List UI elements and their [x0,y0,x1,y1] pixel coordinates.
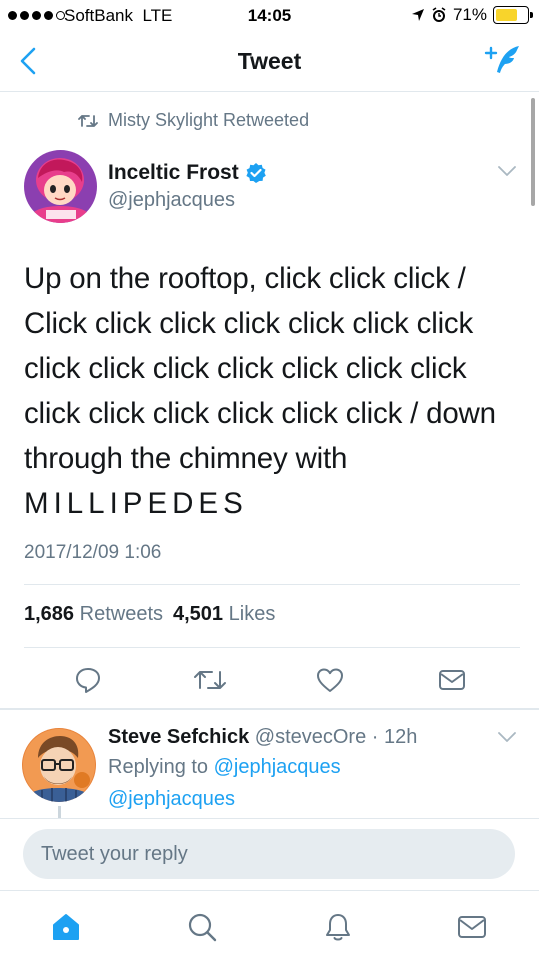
replying-to-line: Replying to @jephjacques [108,756,341,779]
tweet-text-spaced: MILLIPEDES [24,487,248,520]
author-name-text: Inceltic Frost [108,161,239,184]
likes-stat[interactable]: 4,501 Likes [173,603,275,626]
replying-to-label: Replying to [108,756,214,778]
notifications-icon[interactable] [318,907,358,947]
divider [24,647,520,648]
reply-separator: · [366,726,384,748]
retweeted-by-label: Misty Skylight Retweeted [108,110,310,130]
nav-bar: Tweet [0,34,539,92]
likes-label: Likes [228,603,276,625]
reply-text[interactable]: @jephjacques [108,788,235,811]
tweet-text-main: Up on the rooftop, click click click / C… [24,262,496,475]
retweet-icon [78,114,98,127]
status-right: 71% [411,5,533,25]
messages-icon[interactable] [452,907,492,947]
reply-author-name: Steve Sefchick [108,726,250,748]
compose-tweet-icon[interactable] [483,42,523,85]
author-handle[interactable]: @jephjacques [108,189,235,212]
tweet-actions [0,660,539,700]
reply-header[interactable]: Steve Sefchick @stevecOre · 12h [108,726,417,749]
search-icon[interactable] [182,907,222,947]
chevron-down-icon[interactable] [497,730,517,748]
retweets-stat[interactable]: 1,686 Retweets [24,603,163,626]
battery-icon [493,6,533,24]
battery-level [496,9,518,21]
retweet-count: 1,686 [24,603,75,625]
tweet-reply-input[interactable] [23,829,515,879]
retweet-context[interactable]: Misty Skylight Retweeted [78,110,309,131]
chevron-down-icon[interactable] [497,164,517,182]
share-dm-icon[interactable] [432,660,472,700]
tab-bar [0,890,539,960]
like-count: 4,501 [173,603,224,625]
like-heart-icon[interactable] [310,660,350,700]
alarm-icon [432,7,446,22]
section-divider [0,708,539,710]
home-icon[interactable] [46,907,86,947]
location-arrow-icon [411,9,424,21]
tweet-timestamp: 2017/12/09 1:06 [24,542,162,563]
reply-age: 12h [384,726,418,748]
verified-badge-icon [246,163,266,183]
retweet-button-icon[interactable] [190,660,230,700]
page-title: Tweet [237,48,302,74]
divider [24,584,520,585]
author-avatar[interactable] [24,150,97,223]
scroll-indicator[interactable] [531,98,535,206]
replying-to-mention[interactable]: @jephjacques [214,756,341,778]
tweet-text: Up on the rooftop, click click click / C… [24,256,524,526]
retweets-label: Retweets [79,603,163,625]
reply-icon[interactable] [68,660,108,700]
author-name[interactable]: Inceltic Frost [108,161,267,185]
reply-author-handle: @stevecOre [254,726,367,748]
reply-text-mention: @jephjacques [108,788,236,810]
battery-percent: 71% [452,5,487,24]
reply-bar [0,818,539,890]
status-bar: SoftBank LTE 14:05 71% [0,0,539,34]
tweet-stats: 1,686 Retweets 4,501 Likes [24,603,275,626]
reply-author-avatar[interactable] [22,728,96,802]
